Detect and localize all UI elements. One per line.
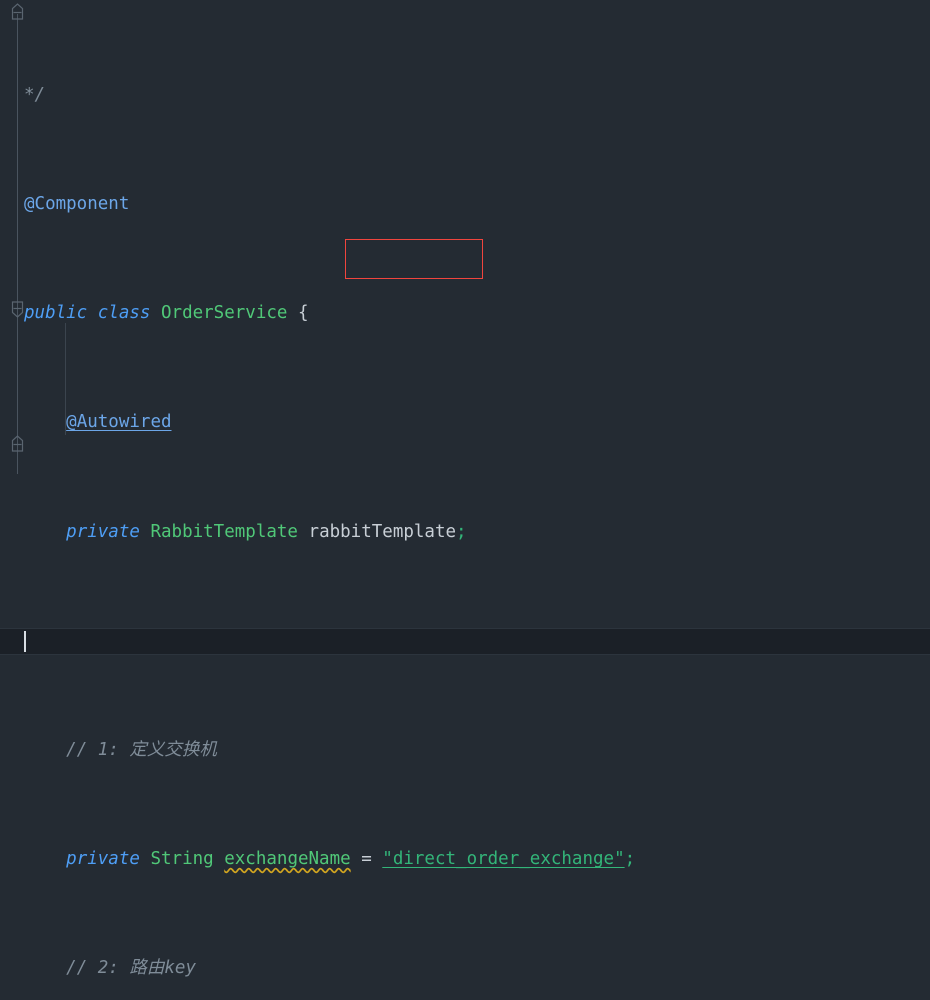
token-equals: = xyxy=(350,849,383,870)
code-line[interactable]: */ xyxy=(0,82,930,109)
token-semicolon: ; xyxy=(624,849,636,870)
token-annotation-component[interactable]: @Component xyxy=(24,194,129,214)
token-keyword-private: private xyxy=(66,521,140,542)
token-semicolon: ; xyxy=(456,521,467,542)
code-content[interactable]: */ @Component public class OrderService … xyxy=(0,0,930,978)
token-type-rabbittemplate[interactable]: RabbitTemplate xyxy=(150,522,298,542)
token-annotation-autowired[interactable]: @Autowired xyxy=(66,412,171,432)
token-class-name[interactable]: OrderService xyxy=(161,303,287,323)
token-brace: { xyxy=(287,303,309,324)
token-keyword-public: public xyxy=(24,303,88,324)
token-keyword-private: private xyxy=(66,849,140,870)
token-field-exchangename[interactable]: exchangeName xyxy=(224,849,350,869)
token-type-string[interactable]: String xyxy=(150,849,213,869)
token-comment-2: // 2: 路由key xyxy=(66,958,196,979)
code-line[interactable]: // 2: 路由key xyxy=(0,955,930,982)
code-line[interactable]: @Component xyxy=(0,191,930,218)
token-comment-close: */ xyxy=(24,84,46,105)
code-line[interactable]: private String exchangeName = "direct_or… xyxy=(0,846,930,873)
code-line-current[interactable] xyxy=(0,627,930,656)
code-line[interactable]: private RabbitTemplate rabbitTemplate; xyxy=(0,519,930,546)
token-string-exchange[interactable]: "direct_order_exchange" xyxy=(382,849,624,869)
code-line[interactable]: @Autowired xyxy=(0,409,930,436)
code-editor[interactable]: */ @Component public class OrderService … xyxy=(0,0,930,978)
token-field-rabbittemplate[interactable]: rabbitTemplate xyxy=(309,522,457,542)
code-line[interactable]: public class OrderService { xyxy=(0,300,930,327)
token-keyword-class: class xyxy=(97,303,151,324)
text-caret xyxy=(24,630,26,652)
code-line[interactable]: // 1: 定义交换机 xyxy=(0,737,930,764)
token-comment-1: // 1: 定义交换机 xyxy=(66,740,217,761)
